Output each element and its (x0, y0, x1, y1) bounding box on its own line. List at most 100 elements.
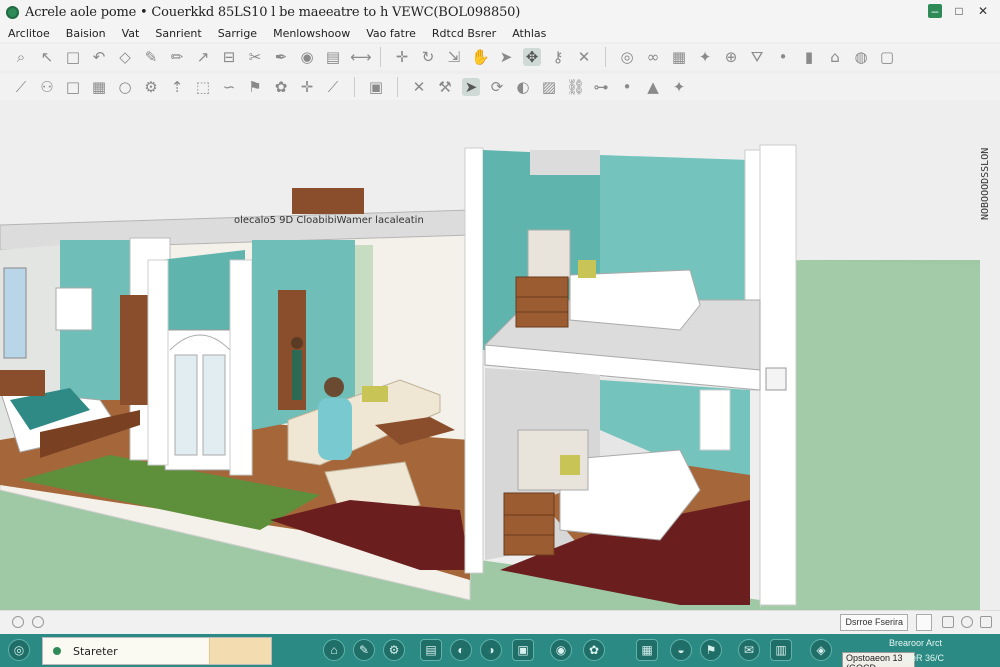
menu-bar: Arclitoe Baision Vat Sanrient Sarrige Me… (0, 24, 1000, 42)
menu-item[interactable]: Baision (66, 27, 106, 40)
app-icon-5[interactable]: ◑ (480, 639, 502, 661)
app-icon-13[interactable]: ▥ (770, 639, 792, 661)
start-search-box[interactable]: Stareter (42, 637, 272, 665)
brush-icon[interactable]: ✎ (142, 48, 160, 66)
orbit-icon[interactable]: ⟳ (488, 78, 506, 96)
app-icon-9[interactable]: ▦ (636, 639, 658, 661)
pointer-icon[interactable]: ↖ (38, 48, 56, 66)
node-icon[interactable]: ⊶ (592, 78, 610, 96)
bucket-icon[interactable]: ⛛ (748, 48, 766, 66)
line-icon[interactable]: ⟋ (12, 78, 30, 96)
menu-item[interactable]: Menlowshoow (273, 27, 350, 40)
paint-icon[interactable]: ✿ (272, 78, 290, 96)
star-icon[interactable]: ✦ (670, 78, 688, 96)
grid-icon[interactable]: ▦ (90, 78, 108, 96)
3d-viewport[interactable]: olecalo5 9D CloabibiWamer lacaleatin (0, 100, 980, 610)
compass-icon[interactable]: ⊕ (722, 48, 740, 66)
dot-icon[interactable]: • (774, 48, 792, 66)
up-icon[interactable]: ▲ (644, 78, 662, 96)
target-icon[interactable]: ◎ (618, 48, 636, 66)
menu-item[interactable]: Sanrient (155, 27, 201, 40)
gear-icon[interactable]: ⚙ (142, 78, 160, 96)
folder-icon[interactable]: ▤ (420, 639, 442, 661)
menu-item[interactable]: Arclitoe (8, 27, 50, 40)
app-icon-14[interactable]: ◈ (810, 639, 832, 661)
grid-icon[interactable]: ▦ (670, 48, 688, 66)
arrow-icon[interactable]: ➤ (462, 78, 480, 96)
circle-icon[interactable]: ○ (116, 78, 134, 96)
help-icon[interactable] (32, 616, 44, 628)
app-icon-11[interactable]: ⚑ (700, 639, 722, 661)
eye-icon[interactable]: ◉ (298, 48, 316, 66)
layout-icon[interactable] (942, 616, 954, 628)
flag-icon[interactable]: ⚑ (246, 78, 264, 96)
dot-icon[interactable]: • (618, 78, 636, 96)
plus-icon[interactable]: ✛ (393, 48, 411, 66)
square-icon[interactable]: □ (64, 78, 82, 96)
curve-icon[interactable]: ∽ (220, 78, 238, 96)
close-icon[interactable]: ✕ (976, 4, 990, 18)
magnify-icon[interactable]: ⌕ (12, 48, 30, 66)
key-icon[interactable]: ⚷ (549, 48, 567, 66)
cross-icon[interactable]: ✕ (575, 48, 593, 66)
undo-icon[interactable]: ↶ (90, 48, 108, 66)
frame-icon[interactable]: ▢ (878, 48, 896, 66)
ruler-icon[interactable]: ⊟ (220, 48, 238, 66)
app-icon-12[interactable]: ✉ (738, 639, 760, 661)
maximize-icon[interactable]: □ (952, 4, 966, 18)
window-icon[interactable] (980, 616, 992, 628)
status-button[interactable]: Dsrroe Fserira (840, 614, 908, 631)
spiral-icon[interactable]: ∞ (644, 48, 662, 66)
image-icon[interactable]: ▨ (540, 78, 558, 96)
cross-icon[interactable]: ✕ (410, 78, 428, 96)
select-icon[interactable]: ⬚ (194, 78, 212, 96)
toolbar-separator (354, 77, 355, 97)
windows-start-icon[interactable]: ◎ (8, 639, 30, 661)
shape-icon[interactable]: ◇ (116, 48, 134, 66)
walk-icon[interactable]: ⚇ (38, 78, 56, 96)
measure-icon[interactable]: ⟷ (350, 48, 372, 66)
blob-icon[interactable]: ◍ (852, 48, 870, 66)
info-icon[interactable] (12, 616, 24, 628)
layer-icon[interactable]: ▤ (324, 48, 342, 66)
arrow-icon[interactable]: ➤ (497, 48, 515, 66)
scale-icon[interactable]: ⇲ (445, 48, 463, 66)
bar-icon[interactable]: ▮ (800, 48, 818, 66)
app-icon-7[interactable]: ◉ (550, 639, 572, 661)
app-icon-2[interactable]: ✎ (353, 639, 375, 661)
app-icon-6[interactable]: ▣ (512, 639, 534, 661)
tray-date: BeR 36/C (904, 653, 944, 663)
tag-icon[interactable]: ⌂ (826, 48, 844, 66)
title-bar: Acrele aole pome • Couerkkd 85LS10 l be … (0, 0, 1000, 24)
status-toggle[interactable] (916, 614, 932, 631)
gear-icon[interactable] (961, 616, 973, 628)
pan-icon[interactable]: ✥ (523, 48, 541, 66)
menu-item[interactable]: Sarrige (218, 27, 257, 40)
toolbar-separator (605, 47, 606, 67)
menu-item[interactable]: Vat (122, 27, 140, 40)
app-icon-10[interactable]: ◒ (670, 639, 692, 661)
cursor-icon[interactable]: ↗ (194, 48, 212, 66)
line-icon[interactable]: ⟋ (324, 78, 342, 96)
rotate-icon[interactable]: ↻ (419, 48, 437, 66)
tool-icon[interactable]: ⚒ (436, 78, 454, 96)
hand-icon[interactable]: ✋ (471, 48, 490, 66)
app-icon-4[interactable]: ◐ (450, 639, 472, 661)
pen-icon[interactable]: ✒ (272, 48, 290, 66)
minimize-icon[interactable]: – (928, 4, 942, 18)
push-icon[interactable]: ⇡ (168, 78, 186, 96)
app-icon-1[interactable]: ⌂ (323, 639, 345, 661)
box-icon[interactable]: ▣ (367, 78, 385, 96)
menu-item[interactable]: Vao fatre (366, 27, 416, 40)
app-icon-8[interactable]: ✿ (583, 639, 605, 661)
app-icon-3[interactable]: ⚙ (383, 639, 405, 661)
menu-item[interactable]: Athlas (512, 27, 546, 40)
chain-icon[interactable]: ⛓ (566, 78, 585, 96)
plus-icon[interactable]: ✛ (298, 78, 316, 96)
square-icon[interactable]: □ (64, 48, 82, 66)
trim-icon[interactable]: ✂ (246, 48, 264, 66)
tape-icon[interactable]: ◐ (514, 78, 532, 96)
pencil-icon[interactable]: ✏ (168, 48, 186, 66)
menu-item[interactable]: Rdtcd Bsrer (432, 27, 496, 40)
star-icon[interactable]: ✦ (696, 48, 714, 66)
